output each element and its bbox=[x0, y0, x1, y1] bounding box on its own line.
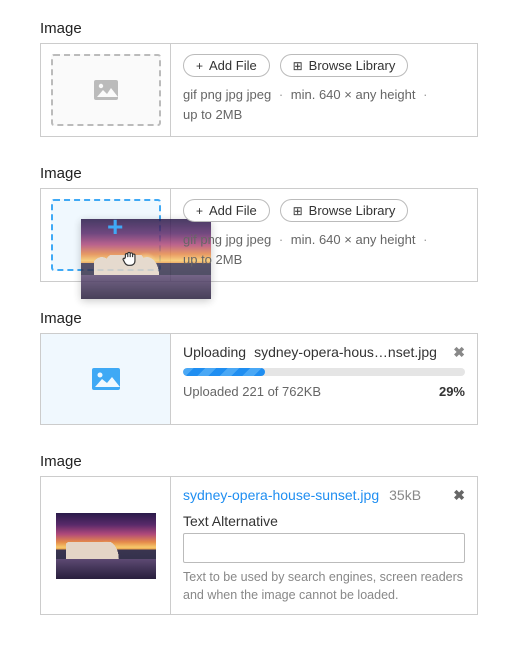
plus-icon: + bbox=[196, 60, 203, 72]
image-placeholder-icon bbox=[94, 80, 118, 100]
content-column: + Add File ⊞ Browse Library gif png jpg … bbox=[171, 189, 477, 281]
content-column: ✖ Uploading sydney-opera-hous…nset.jpg U… bbox=[171, 334, 477, 424]
upload-card: + + Add File ⊞ Browse Library gif png jp… bbox=[40, 188, 478, 282]
file-row: sydney-opera-house-sunset.jpg 35kB bbox=[183, 487, 465, 503]
upload-card: + Add File ⊞ Browse Library gif png jpg … bbox=[40, 43, 478, 137]
image-upload-progress: Image ✖ Uploading sydney-opera-hous…nset… bbox=[40, 310, 478, 425]
section-label: Image bbox=[40, 310, 478, 327]
upload-card: ✖ sydney-opera-house-sunset.jpg 35kB Tex… bbox=[40, 476, 478, 615]
add-file-button[interactable]: + Add File bbox=[183, 54, 270, 77]
thumbnail-column bbox=[41, 44, 171, 136]
upload-card: ✖ Uploading sydney-opera-hous…nset.jpg U… bbox=[40, 333, 478, 425]
image-upload-empty: Image + Add File ⊞ Browse Library gif pn… bbox=[40, 20, 478, 137]
upload-stats: Uploaded 221 of 762KB 29% bbox=[183, 384, 465, 399]
upload-status-line: Uploading sydney-opera-hous…nset.jpg bbox=[183, 344, 465, 360]
image-upload-complete: Image ✖ sydney-opera-house-sunset.jpg 35… bbox=[40, 453, 478, 615]
browse-library-button[interactable]: ⊞ Browse Library bbox=[280, 199, 409, 222]
content-column: ✖ sydney-opera-house-sunset.jpg 35kB Tex… bbox=[171, 477, 477, 614]
image-placeholder-icon bbox=[92, 368, 120, 390]
constraints-hint: gif png jpg jpeg · min. 640 × any height… bbox=[183, 230, 465, 269]
constraints-hint: gif png jpg jpeg · min. 640 × any height… bbox=[183, 85, 465, 124]
add-file-label: Add File bbox=[209, 203, 257, 218]
thumbnail-column bbox=[41, 477, 171, 614]
progress-bar bbox=[183, 368, 465, 376]
file-size: 35kB bbox=[389, 487, 421, 503]
browse-library-label: Browse Library bbox=[309, 203, 396, 218]
grid-icon: ⊞ bbox=[293, 60, 303, 72]
add-file-button[interactable]: + Add File bbox=[183, 199, 270, 222]
uploaded-thumbnail bbox=[56, 513, 156, 579]
alt-text-input[interactable] bbox=[183, 533, 465, 563]
grid-icon: ⊞ bbox=[293, 205, 303, 217]
alt-text-label: Text Alternative bbox=[183, 513, 465, 529]
dropzone[interactable] bbox=[51, 54, 161, 126]
section-label: Image bbox=[40, 453, 478, 470]
browse-library-label: Browse Library bbox=[309, 58, 396, 73]
content-column: + Add File ⊞ Browse Library gif png jpg … bbox=[171, 44, 477, 136]
remove-file-button[interactable]: ✖ bbox=[453, 487, 465, 504]
section-label: Image bbox=[40, 165, 478, 182]
thumbnail-column: + bbox=[41, 189, 171, 281]
uploaded-percent: 29% bbox=[439, 384, 465, 399]
grab-cursor-icon bbox=[119, 247, 141, 269]
browse-library-button[interactable]: ⊞ Browse Library bbox=[280, 54, 409, 77]
progress-fill bbox=[183, 368, 265, 376]
thumbnail-column bbox=[41, 334, 171, 424]
uploading-filename: sydney-opera-hous…nset.jpg bbox=[254, 344, 437, 360]
alt-text-help: Text to be used by search engines, scree… bbox=[183, 569, 465, 604]
section-label: Image bbox=[40, 20, 478, 37]
add-file-label: Add File bbox=[209, 58, 257, 73]
cancel-upload-button[interactable]: ✖ bbox=[453, 344, 465, 361]
plus-icon: + bbox=[196, 205, 203, 217]
file-link[interactable]: sydney-opera-house-sunset.jpg bbox=[183, 487, 379, 503]
uploading-label: Uploading bbox=[183, 344, 246, 360]
image-upload-dragging: Image + + Add File ⊞ Browse Library gif … bbox=[40, 165, 478, 282]
uploaded-bytes: Uploaded 221 of 762KB bbox=[183, 384, 321, 399]
